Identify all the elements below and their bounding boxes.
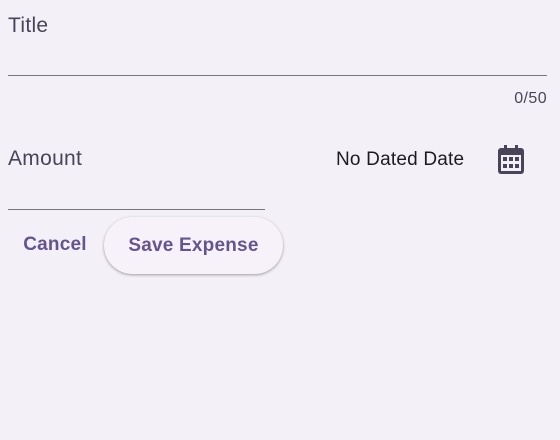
calendar-icon xyxy=(498,145,524,174)
title-underline xyxy=(8,75,547,76)
selected-date-text: No Dated Date xyxy=(336,149,465,170)
title-label: Title xyxy=(8,14,49,37)
title-input[interactable] xyxy=(8,40,547,72)
amount-label: Amount xyxy=(8,147,83,170)
title-field[interactable]: Title xyxy=(8,0,547,76)
amount-input[interactable] xyxy=(8,174,265,206)
pick-date-button[interactable] xyxy=(491,140,531,180)
cancel-button[interactable]: Cancel xyxy=(10,222,100,268)
save-expense-button[interactable]: Save Expense xyxy=(104,217,283,274)
amount-underline xyxy=(8,209,265,210)
new-expense-form: Title 0/50 Amount No Dated Date Cancel S… xyxy=(0,0,560,440)
title-char-counter: 0/50 xyxy=(514,90,547,107)
